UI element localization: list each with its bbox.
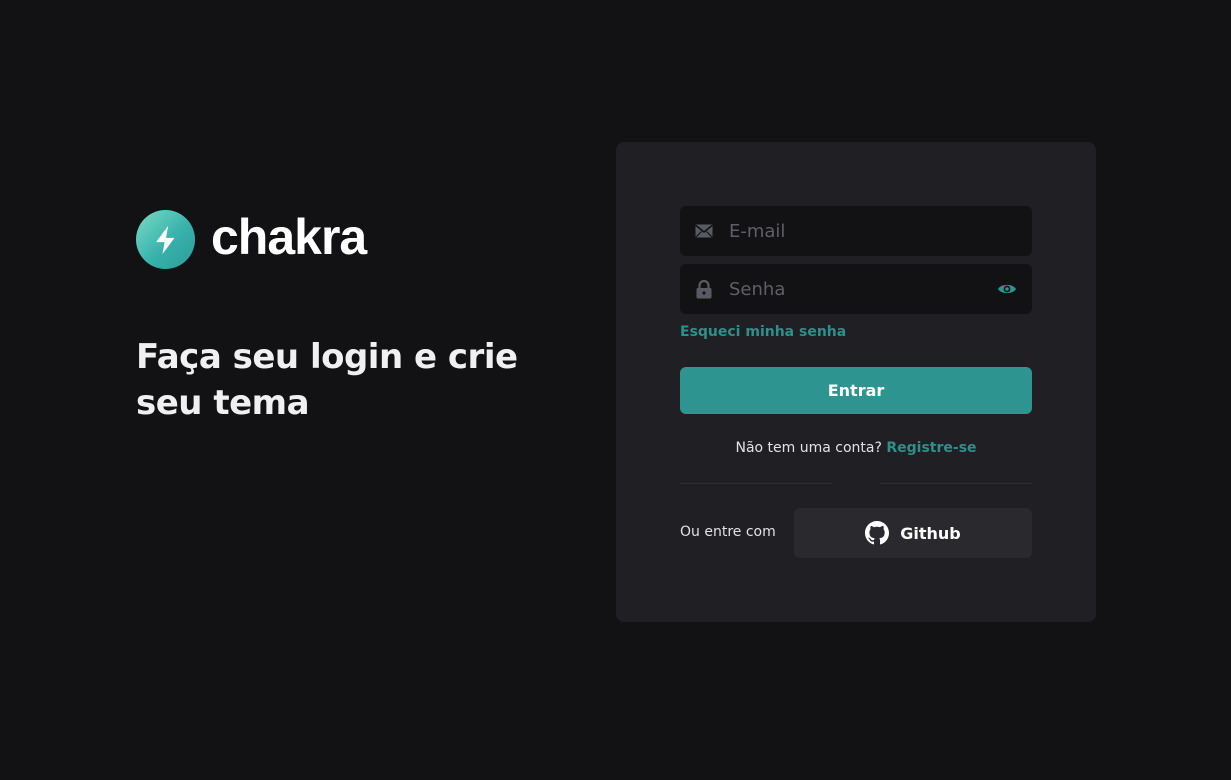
envelope-icon xyxy=(694,224,714,238)
lightning-bolt-icon xyxy=(136,210,195,269)
github-icon xyxy=(865,521,890,545)
signup-prompt: Não tem uma conta? Registre-se xyxy=(616,440,1096,456)
github-button-label: Github xyxy=(900,523,961,543)
lock-icon xyxy=(694,279,714,299)
password-input[interactable] xyxy=(714,264,994,314)
divider xyxy=(880,483,1032,484)
signup-prompt-text: Não tem uma conta? xyxy=(735,440,882,456)
github-login-button[interactable]: Github xyxy=(794,508,1032,558)
email-input[interactable] xyxy=(714,206,1032,256)
login-page: chakra Faça seu login e crie seu tema E-… xyxy=(0,0,1231,780)
forgot-password-link[interactable]: Esqueci minha senha xyxy=(680,324,846,340)
brand-logo: chakra xyxy=(136,208,367,269)
signup-link[interactable]: Registre-se xyxy=(886,440,976,456)
login-card: Esqueci minha senha Entrar Não tem uma c… xyxy=(616,142,1096,622)
alt-login-label: Ou entre com xyxy=(680,524,776,540)
email-field[interactable] xyxy=(680,206,1032,256)
hero-title: Faça seu login e crie seu tema xyxy=(136,337,518,423)
brand-wordmark: chakra xyxy=(211,208,367,265)
eye-icon[interactable] xyxy=(994,276,1020,302)
login-button[interactable]: Entrar xyxy=(680,367,1032,414)
password-field[interactable] xyxy=(680,264,1032,314)
divider xyxy=(680,483,832,484)
